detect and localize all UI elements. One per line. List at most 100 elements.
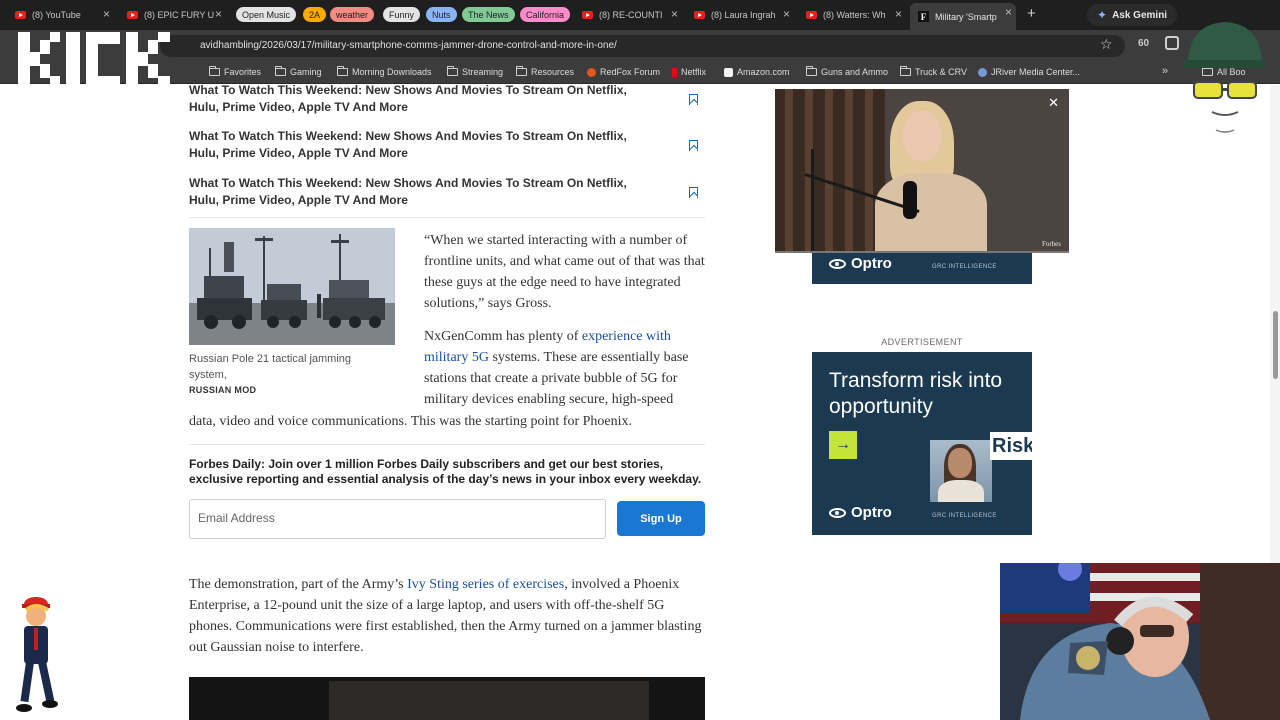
quote-paragraph: “When we started interacting with a numb… xyxy=(424,233,705,311)
close-tab-icon[interactable]: × xyxy=(783,7,790,21)
folder-icon xyxy=(274,66,286,76)
tab-military-smartphone[interactable]: F Military 'Smartp × xyxy=(910,3,1016,30)
background-panel xyxy=(865,89,873,253)
tab-watters[interactable]: (8) Watters: Wh × xyxy=(806,5,902,25)
bookmark-guns-and-ammo[interactable]: Guns and Ammo xyxy=(805,66,889,77)
video-progress-bar[interactable] xyxy=(775,251,1069,253)
arrow-right-icon: → xyxy=(829,431,857,459)
youtube-icon xyxy=(806,11,817,19)
save-bookmark-icon[interactable] xyxy=(689,187,698,198)
gemini-label: Ask Gemini xyxy=(1112,9,1168,21)
youtube-icon xyxy=(15,11,26,19)
save-bookmark-icon[interactable] xyxy=(689,94,698,105)
tab-re-count[interactable]: (8) RE-COUNTI × xyxy=(582,5,678,25)
bookmark-streaming[interactable]: Streaming xyxy=(446,66,503,77)
forbes-icon: F xyxy=(918,11,929,22)
close-tab-icon[interactable]: × xyxy=(895,7,902,21)
eye-icon xyxy=(829,258,846,269)
tab-group-open-music[interactable]: Open Music xyxy=(236,7,297,22)
jamming-system-illustration xyxy=(189,228,395,345)
optro-logo: Optro xyxy=(829,255,892,272)
tab-label: (8) RE-COUNTI xyxy=(599,10,663,20)
microphone xyxy=(903,181,917,219)
youtube-icon xyxy=(582,11,593,19)
newsletter-text: Forbes Daily: Join over 1 million Forbes… xyxy=(189,457,702,486)
bookmark-jriver[interactable]: JRiver Media Center... xyxy=(978,67,1080,77)
paragraph-nxgencomm: NxGenComm has plenty of experience with … xyxy=(424,326,706,410)
folder-icon xyxy=(446,66,458,76)
extension-counter[interactable]: 60 xyxy=(1138,38,1149,49)
video-watermark: Forbes xyxy=(1041,240,1061,248)
email-field[interactable]: Email Address xyxy=(189,499,606,539)
address-bar[interactable]: avidhambling/2026/03/17/military-smartph… xyxy=(160,35,1125,57)
article-image[interactable] xyxy=(189,228,395,345)
bookmark-star-icon[interactable]: ☆ xyxy=(1100,36,1113,53)
tab-group-nuts[interactable]: Nuts xyxy=(426,7,457,22)
close-tab-icon[interactable]: × xyxy=(1005,5,1012,19)
bookmark-label: Truck & CRV xyxy=(915,67,968,77)
tab-label: (8) YouTube xyxy=(32,10,81,20)
optro-logo: Optro xyxy=(829,504,892,521)
tab-epic-fury[interactable]: (8) EPIC FURY U × xyxy=(127,5,222,25)
bookmark-redfox-forum[interactable]: RedFox Forum xyxy=(587,67,660,77)
related-link[interactable]: What To Watch This Weekend: New Shows An… xyxy=(189,85,659,116)
bookmark-truck-crv[interactable]: Truck & CRV xyxy=(899,66,968,77)
new-tab-icon[interactable]: + xyxy=(1027,5,1036,22)
tab-group-2a[interactable]: 2A xyxy=(303,7,327,22)
brand-tagline: GRC INTELLIGENCE xyxy=(932,513,997,519)
tab-label: Military 'Smartp xyxy=(935,11,997,22)
close-tab-icon[interactable]: × xyxy=(671,7,678,21)
bookmark-label: Favorites xyxy=(224,67,262,77)
tab-label: (8) Laura Ingrah xyxy=(711,10,776,20)
video-frame xyxy=(329,681,649,720)
bookmark-label: JRiver Media Center... xyxy=(991,67,1081,77)
related-link[interactable]: What To Watch This Weekend: New Shows An… xyxy=(189,128,659,162)
signup-button[interactable]: Sign Up xyxy=(617,501,705,536)
tab-group-california[interactable]: California xyxy=(520,7,571,22)
brand-tagline: GRC INTELLIGENCE xyxy=(932,264,997,270)
bookmark-morning-downloads[interactable]: Morning Downloads xyxy=(336,66,432,77)
embedded-video[interactable] xyxy=(189,677,705,720)
bookmark-gaming[interactable]: Gaming xyxy=(274,66,322,77)
divider xyxy=(189,217,705,218)
ask-gemini-button[interactable]: ✦ Ask Gemini xyxy=(1087,4,1178,26)
folder-icon xyxy=(208,66,220,76)
background-panel xyxy=(785,89,793,253)
bookmark-label: Resources xyxy=(531,67,575,77)
bookmark-label: Netflix xyxy=(681,67,707,77)
tab-group-weather[interactable]: weather xyxy=(330,7,375,22)
bookmark-label: RedFox Forum xyxy=(600,67,661,77)
ad-portrait-image xyxy=(930,440,992,502)
extension-icon[interactable] xyxy=(1165,36,1179,50)
bookmark-netflix[interactable]: Netflix xyxy=(672,67,706,77)
save-bookmark-icon[interactable] xyxy=(689,140,698,151)
youtube-icon xyxy=(127,11,138,19)
gemini-icon: ✦ xyxy=(1097,8,1108,22)
ad-headline: Transform risk into opportunity xyxy=(829,369,1003,418)
floating-video-player[interactable]: ✕ Forbes xyxy=(775,89,1069,253)
tab-group-funny[interactable]: Funny xyxy=(383,7,421,22)
divider xyxy=(189,444,705,445)
ivy-sting-link[interactable]: Ivy Sting series of exercises xyxy=(407,577,564,592)
netflix-icon xyxy=(672,67,677,77)
background-panel xyxy=(845,89,853,253)
related-link[interactable]: What To Watch This Weekend: New Shows An… xyxy=(189,175,659,209)
scrollbar-thumb[interactable] xyxy=(1273,311,1278,379)
bookmark-label: Gaming xyxy=(290,67,322,77)
close-tab-icon[interactable]: × xyxy=(103,7,110,21)
advertisement-label: ADVERTISEMENT xyxy=(881,337,963,347)
bookmarks-overflow-icon[interactable]: » xyxy=(1162,65,1168,77)
tab-laura-ingraham[interactable]: (8) Laura Ingrah × xyxy=(694,5,790,25)
bookmark-favorites[interactable]: Favorites xyxy=(208,66,262,77)
close-icon[interactable]: ✕ xyxy=(1048,95,1059,111)
tab-group-the-news[interactable]: The News xyxy=(462,7,515,22)
bookmark-resources[interactable]: Resources xyxy=(515,66,575,77)
paragraph-text: NxGenComm has plenty of xyxy=(424,329,582,344)
bookmark-label: Guns and Ammo xyxy=(821,67,889,77)
url-text[interactable]: avidhambling/2026/03/17/military-smartph… xyxy=(200,40,617,51)
close-tab-icon[interactable]: × xyxy=(215,7,222,21)
tab-youtube[interactable]: (8) YouTube × xyxy=(15,5,110,25)
ad-banner-main[interactable]: Transform risk into opportunity → Risk O… xyxy=(812,352,1032,535)
bookmark-label: Morning Downloads xyxy=(352,67,432,77)
bookmark-amazon[interactable]: Amazon.com xyxy=(724,67,790,77)
